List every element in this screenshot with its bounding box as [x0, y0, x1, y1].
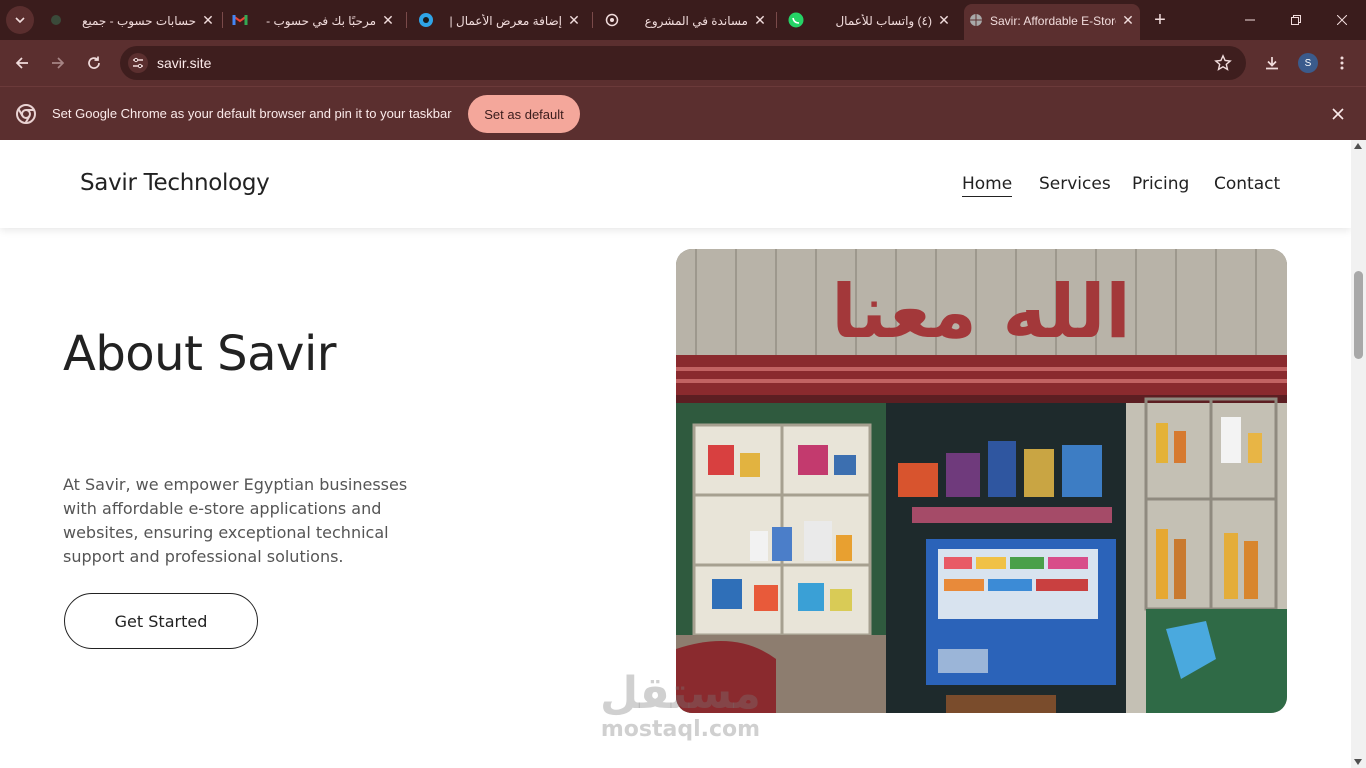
- more-vert-icon: [1340, 56, 1344, 70]
- generic-icon: [48, 12, 64, 28]
- chatgpt-icon: [604, 12, 620, 28]
- tab-title: حسابات حسوب - جميع: [81, 14, 196, 28]
- download-icon: [1266, 57, 1278, 70]
- address-bar[interactable]: savir.site: [120, 46, 1246, 80]
- page-viewport: Savir Technology Home Services Pricing C…: [0, 140, 1351, 768]
- browser-toolbar: savir.site S: [0, 40, 1366, 86]
- forward-button[interactable]: [47, 52, 69, 74]
- tab-hsoub-welcome[interactable]: مرحبًا بك في حسوب - ✕: [228, 6, 400, 36]
- tab-separator: [222, 12, 223, 28]
- back-button[interactable]: [11, 52, 33, 74]
- reload-button[interactable]: [83, 52, 105, 74]
- about-title: About Savir: [63, 326, 337, 382]
- tab-savir[interactable]: Savir: Affordable E-Store ✕: [964, 4, 1140, 40]
- reload-icon: [88, 56, 100, 69]
- close-icon[interactable]: ✕: [200, 12, 216, 28]
- get-started-button[interactable]: Get Started: [64, 593, 258, 649]
- new-tab-button[interactable]: +: [1150, 10, 1170, 30]
- globe-icon: [968, 12, 984, 28]
- close-icon[interactable]: ✕: [752, 12, 768, 28]
- tab-title: مساندة في المشروع: [644, 14, 748, 28]
- menu-button[interactable]: [1331, 52, 1353, 74]
- close-icon[interactable]: ✕: [936, 12, 952, 28]
- bookmark-star-icon[interactable]: [1214, 54, 1232, 72]
- watermark-logo: مستقل: [600, 668, 761, 719]
- site-info-icon[interactable]: [128, 53, 148, 73]
- nav-contact[interactable]: Contact: [1214, 174, 1280, 194]
- nav-home[interactable]: Home: [962, 174, 1013, 197]
- default-browser-infobar: Set Google Chrome as your default browse…: [0, 86, 1366, 140]
- gmail-icon: [232, 12, 248, 28]
- scroll-down-icon[interactable]: [1354, 759, 1362, 765]
- close-icon[interactable]: ✕: [566, 12, 582, 28]
- close-icon[interactable]: [1328, 104, 1348, 124]
- close-icon[interactable]: ✕: [1120, 12, 1136, 28]
- downloads-button[interactable]: [1261, 52, 1283, 74]
- close-window-icon[interactable]: [1332, 10, 1352, 30]
- restore-icon[interactable]: [1286, 10, 1306, 30]
- whatsapp-icon: [788, 12, 804, 28]
- arrow-right-icon: [52, 57, 65, 69]
- mostaql-watermark: مستقل mostaql.com: [600, 670, 761, 742]
- close-icon[interactable]: ✕: [380, 12, 396, 28]
- tab-title: (٤) واتساب للأعمال: [835, 14, 932, 28]
- tab-whatsapp[interactable]: (٤) واتساب للأعمال ✕: [784, 6, 956, 36]
- shop-storefront-image: الله معنا: [676, 249, 1287, 713]
- site-brand[interactable]: Savir Technology: [80, 170, 270, 196]
- scroll-up-icon[interactable]: [1354, 143, 1362, 149]
- tab-mostaql-portfolio[interactable]: إضافة معرض الأعمال | ✕: [414, 6, 586, 36]
- nav-pricing[interactable]: Pricing: [1132, 174, 1189, 194]
- site-header: Savir Technology Home Services Pricing C…: [0, 140, 1351, 228]
- tab-hsoub-accounts[interactable]: حسابات حسوب - جميع ✕: [44, 6, 220, 36]
- tab-chatgpt[interactable]: مساندة في المشروع ✕: [600, 6, 772, 36]
- tab-title: مرحبًا بك في حسوب -: [266, 14, 376, 28]
- tab-search-button[interactable]: [6, 6, 34, 34]
- tab-title: Savir: Affordable E-Store: [990, 14, 1116, 28]
- url-text[interactable]: savir.site: [157, 55, 211, 71]
- shop-photo: الله معنا: [676, 249, 1287, 713]
- tab-strip: حسابات حسوب - جميع ✕ مرحبًا بك في حسوب -…: [0, 0, 1366, 40]
- tab-separator: [776, 12, 777, 28]
- about-text: At Savir, we empower Egyptian businesses…: [63, 475, 408, 566]
- page-scrollbar[interactable]: [1351, 140, 1366, 768]
- profile-avatar[interactable]: S: [1298, 53, 1318, 73]
- tab-title: إضافة معرض الأعمال |: [449, 14, 562, 28]
- scrollbar-thumb[interactable]: [1354, 271, 1363, 359]
- nav-services[interactable]: Services: [1039, 174, 1111, 194]
- watermark-text: mostaql.com: [600, 717, 761, 742]
- chevron-down-icon: [15, 17, 25, 24]
- minimize-icon[interactable]: [1240, 10, 1260, 30]
- shop-sign-text: الله معنا: [831, 269, 1131, 355]
- chrome-icon: [16, 104, 36, 124]
- mostaql-icon: [418, 12, 434, 28]
- infobar-message: Set Google Chrome as your default browse…: [52, 106, 452, 121]
- set-default-button[interactable]: Set as default: [468, 95, 580, 133]
- tab-separator: [592, 12, 593, 28]
- arrow-left-icon: [15, 57, 28, 69]
- tab-separator: [406, 12, 407, 28]
